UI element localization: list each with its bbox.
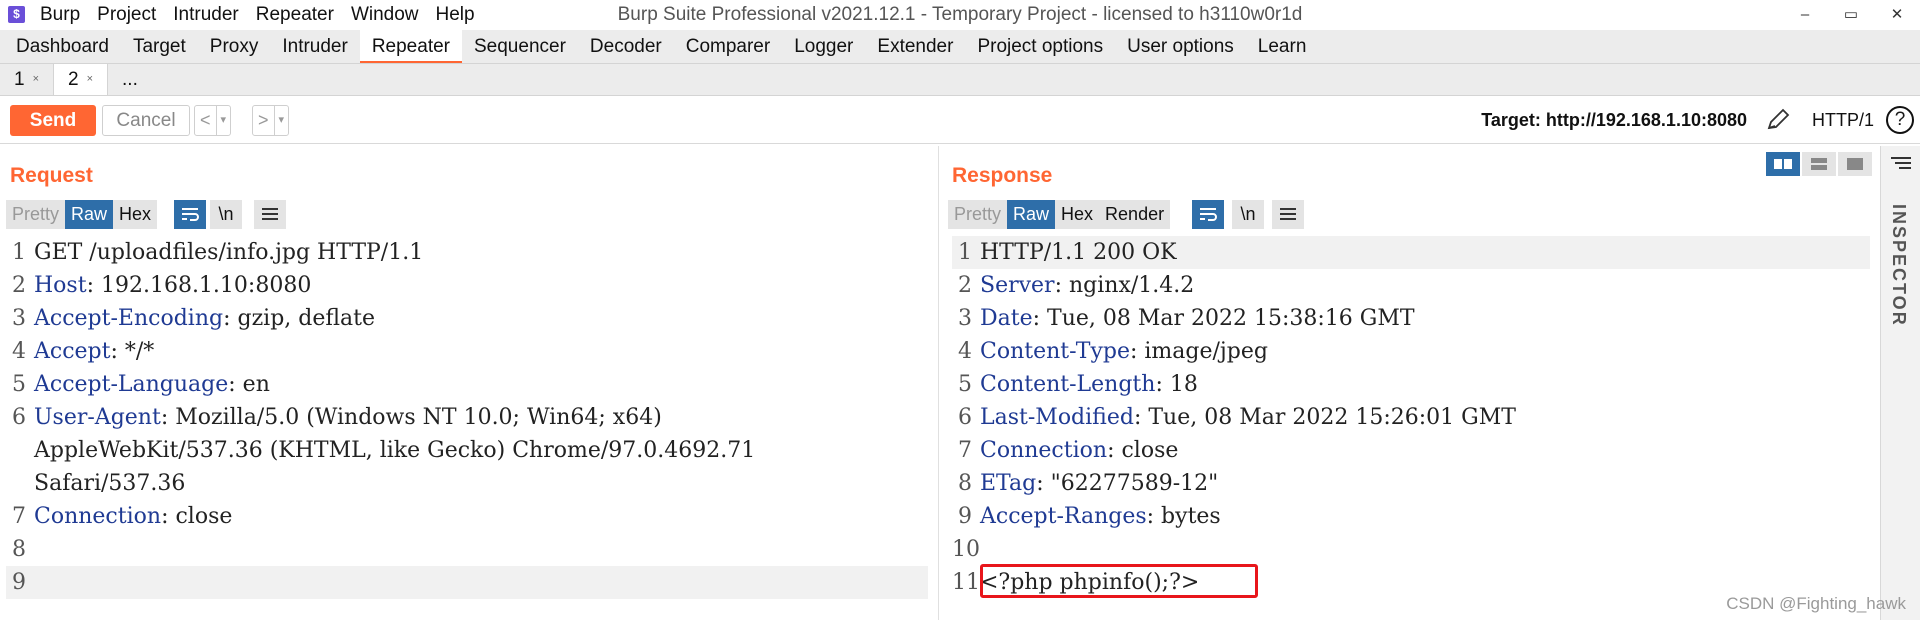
close-tab-icon[interactable]: × [87,64,93,95]
title-bar: $ Burp Project Intruder Repeater Window … [0,0,1920,30]
request-tab-raw[interactable]: Raw [65,200,114,229]
newline-icon[interactable]: \n [1232,200,1264,229]
request-line: 1 GET /uploadfiles/info.jpg HTTP/1.1 [12,240,424,265]
window-controls: – ▭ ✕ [1782,0,1920,30]
repeater-tab-label: 1 [14,69,25,90]
tab-user-options[interactable]: User options [1115,30,1246,63]
request-menu-icon[interactable] [254,200,286,229]
target-label: Target: http://192.168.1.10:8080 [1481,110,1747,130]
request-line: 3 Accept-Encoding: gzip, deflate [12,306,376,331]
response-line: 7 Connection: close [958,438,1179,463]
burp-logo-icon: $ [8,6,25,23]
repeater-tab-1[interactable]: 1 × [0,64,53,95]
response-line: 3 Date: Tue, 08 Mar 2022 15:38:16 GMT [958,306,1415,331]
response-line: 9 Accept-Ranges: bytes [958,504,1221,529]
inspector-menu-icon[interactable] [1881,146,1920,176]
repeater-tab-2[interactable]: 2 × [53,64,109,95]
response-editor[interactable]: 1 HTTP/1.1 200 OK 2 Server: nginx/1.4.2 3D… [952,236,1870,599]
tab-learn[interactable]: Learn [1246,30,1319,63]
wrap-icon[interactable] [1192,200,1224,229]
response-line: 1 HTTP/1.1 200 OK [952,236,1870,269]
tab-dashboard[interactable]: Dashboard [4,30,121,63]
tab-logger[interactable]: Logger [782,30,865,63]
tab-comparer[interactable]: Comparer [674,30,782,63]
tab-intruder[interactable]: Intruder [270,30,359,63]
newline-icon[interactable]: \n [210,200,242,229]
back-nav: < ▾ [194,105,232,136]
pencil-icon[interactable] [1765,108,1791,132]
tab-target[interactable]: Target [121,30,198,63]
request-line: 4 Accept: */* [12,339,155,364]
tab-sequencer[interactable]: Sequencer [462,30,578,63]
response-line: 8 ETag: "62277589-12" [958,471,1219,496]
back-dropdown-icon[interactable]: ▾ [215,106,231,135]
menu-bar: Burp Project Intruder Repeater Window He… [40,0,492,30]
forward-dropdown-icon[interactable]: ▾ [273,106,289,135]
menu-intruder[interactable]: Intruder [173,0,238,30]
request-line: 2 Host: 192.168.1.10:8080 [12,273,312,298]
menu-help[interactable]: Help [436,0,475,30]
http-version-toggle[interactable]: HTTP/1 [1812,96,1874,144]
request-tab-hex[interactable]: Hex [113,200,157,229]
menu-window[interactable]: Window [351,0,419,30]
help-icon[interactable]: ? [1886,106,1914,134]
request-line: 6 User-Agent: Mozilla/5.0 (Windows NT 10.… [12,405,662,430]
menu-burp[interactable]: Burp [40,0,80,30]
response-tab-pretty[interactable]: Pretty [948,200,1007,229]
request-line: 8 [12,537,26,562]
inspector-label[interactable]: INSPECTOR [1888,204,1909,327]
watermark: CSDN @Fighting_hawk [1726,594,1906,613]
back-arrow-icon[interactable]: < [195,106,216,135]
layout-side-by-side-icon[interactable] [1766,152,1800,176]
response-tab-raw[interactable]: Raw [1007,200,1056,229]
tab-repeater[interactable]: Repeater [359,30,462,63]
request-editor[interactable]: 1 GET /uploadfiles/info.jpg HTTP/1.1 2 Hos… [6,236,928,599]
cancel-button[interactable]: Cancel [102,105,190,136]
response-line: 10 [952,537,980,562]
forward-arrow-icon[interactable]: > [253,106,274,135]
request-line-current: 9 [6,566,928,599]
layout-top-bottom-icon[interactable] [1802,152,1836,176]
layout-toggle [1766,152,1874,176]
new-tab-button[interactable]: ... [108,64,152,95]
highlight-box [980,564,1258,598]
repeater-tab-label: 2 [68,69,79,90]
request-line: 7 Connection: close [12,504,233,529]
request-line: 5 Accept-Language: en [12,372,270,397]
response-line: 5 Content-Length: 18 [958,372,1198,397]
response-tab-render[interactable]: Render [1099,200,1170,229]
response-line: 4 Content-Type: image/jpeg [958,339,1268,364]
response-line: 6 Last-Modified: Tue, 08 Mar 2022 15:26:0… [958,405,1516,430]
minimize-icon[interactable]: – [1782,0,1828,30]
forward-nav: > ▾ [252,105,290,136]
menu-project[interactable]: Project [97,0,156,30]
response-view-tabs: Pretty Raw Hex Render [948,200,1171,229]
close-tab-icon[interactable]: × [33,64,39,95]
tab-extender[interactable]: Extender [865,30,965,63]
pane-divider[interactable] [938,146,939,620]
main-tab-bar: Dashboard Target Proxy Intruder Repeater… [0,30,1920,64]
response-title: Response [952,164,1053,187]
restore-icon[interactable]: ▭ [1828,0,1874,30]
request-title: Request [10,164,93,187]
menu-repeater[interactable]: Repeater [256,0,334,30]
request-line: Safari/537.36 [34,471,186,496]
send-button[interactable]: Send [10,105,96,136]
close-window-icon[interactable]: ✕ [1874,0,1920,30]
response-tab-hex[interactable]: Hex [1055,200,1099,229]
tab-proxy[interactable]: Proxy [198,30,271,63]
request-line: AppleWebKit/537.36 (KHTML, like Gecko) C… [34,438,756,463]
response-menu-icon[interactable] [1272,200,1304,229]
wrap-icon[interactable] [174,200,206,229]
tab-project-options[interactable]: Project options [965,30,1115,63]
request-tab-pretty[interactable]: Pretty [6,200,65,229]
response-line: 2 Server: nginx/1.4.2 [958,273,1195,298]
repeater-toolbar: Send Cancel < ▾ > ▾ Target: http://192.1… [0,96,1920,144]
tab-decoder[interactable]: Decoder [578,30,674,63]
request-view-tabs: Pretty Raw Hex [6,200,158,229]
layout-tabs-icon[interactable] [1838,152,1872,176]
repeater-tab-bar: 1 × 2 × ... [0,64,1920,96]
